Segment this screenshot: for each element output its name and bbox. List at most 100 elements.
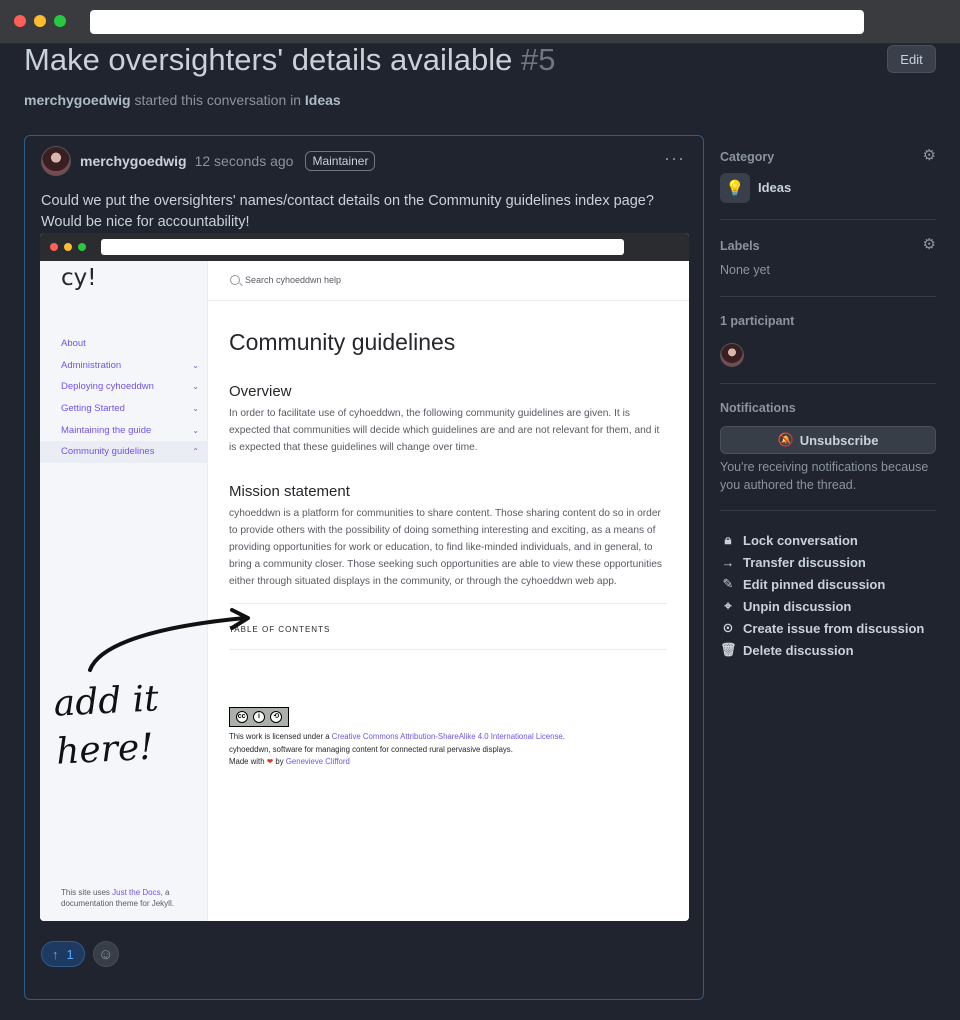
nav-item-deploying: Deploying cyhoeddwn ⌄ (61, 381, 199, 393)
delete-discussion-action[interactable]: 🗑︎ Delete discussion (720, 639, 924, 661)
nav-item-getting-started: Getting Started ⌄ (61, 403, 199, 415)
chevron-up-icon: ⌃ (192, 447, 199, 457)
author-link[interactable]: merchygoedwig (80, 153, 187, 169)
close-window-button[interactable] (14, 15, 26, 27)
discussion-actions: 🔒︎ Lock conversation → Transfer discussion… (720, 529, 924, 661)
window-chrome (0, 0, 960, 44)
screenshot-sidebar: cy! About Administration ⌄ Deploying cyho… (40, 261, 208, 921)
page-title: Make oversighters' details available #5 (24, 42, 556, 78)
tagline: cyhoeddwn, software for managing content… (229, 744, 513, 754)
author-link: Genevieve Clifford (285, 757, 350, 767)
nav-item-administration: Administration ⌄ (61, 359, 199, 371)
kebab-horizontal-icon[interactable]: ··· (664, 148, 685, 169)
screenshot-close-dot (50, 243, 58, 251)
maintainer-badge: Maintainer (305, 151, 376, 171)
hand-drawn-arrow-icon (88, 608, 250, 672)
arrow-up-icon: ↑ (52, 946, 59, 962)
discussion-meta: merchygoedwig started this conversation … (24, 92, 341, 108)
divider (720, 510, 936, 511)
reactions-bar: ↑ 1 ☺ (41, 941, 119, 967)
lock-conversation-action[interactable]: 🔒︎ Lock conversation (720, 529, 924, 551)
screenshot-window-chrome (40, 233, 689, 261)
create-issue-action[interactable]: ⊙ Create issue from discussion (720, 617, 925, 639)
notifications-reason: You're receiving notifications because y… (720, 460, 929, 492)
chevron-down-icon: ⌄ (192, 382, 199, 392)
screenshot-minimize-dot (64, 243, 72, 251)
discussion-number: #5 (521, 42, 556, 77)
edit-button[interactable]: Edit (887, 45, 936, 73)
unpin-discussion-action[interactable]: ⌖ Unpin discussion (720, 595, 924, 617)
minimize-window-button[interactable] (34, 15, 46, 27)
participants-heading: 1 participant (720, 314, 795, 328)
nav-item-community-guidelines: Community guidelines ⌃ (40, 440, 207, 463)
search-placeholder: Search cyhoeddwn help (245, 275, 342, 285)
divider (720, 219, 936, 220)
category-name[interactable]: Ideas (758, 180, 791, 195)
pin-slash-icon: ⌖ (724, 598, 732, 613)
site-logo: cy! (61, 265, 97, 291)
issue-opened-icon: ⊙ (722, 620, 734, 635)
gear-icon[interactable]: ⚙ (923, 146, 936, 164)
gear-icon[interactable]: ⚙ (923, 235, 936, 253)
upvote-button[interactable]: ↑ 1 (41, 941, 85, 967)
participant-avatar[interactable] (720, 343, 744, 367)
edit-pinned-discussion-action[interactable]: ✎ Edit pinned discussion (720, 573, 924, 595)
upvote-count: 1 (66, 946, 74, 962)
smiley-icon[interactable]: ☺ (92, 941, 119, 967)
search-icon (230, 275, 240, 285)
discussion-title: Make oversighters' details available (24, 42, 513, 77)
overview-text: In order to facilitate use of cyhoeddwn,… (229, 408, 660, 453)
nav-item-maintaining: Maintaining the guide ⌄ (61, 424, 199, 436)
post-body: Could we put the oversighters' names/con… (41, 191, 691, 233)
handwritten-note: add it here! (52, 678, 160, 773)
unsubscribe-button[interactable]: 🔕 Unsubscribe (720, 426, 936, 454)
arrow-right-icon: → (721, 554, 735, 570)
overview-heading: Overview (229, 383, 292, 400)
notifications-heading: Notifications (720, 401, 796, 415)
chevron-down-icon: ⌄ (192, 360, 199, 370)
category-section: Category ⚙ (720, 146, 936, 166)
lightbulb-icon: 💡 (720, 173, 750, 203)
license-footer: This work is licensed under a Creative C… (229, 731, 669, 769)
maximize-window-button[interactable] (54, 15, 66, 27)
nav-item-about: About (61, 338, 86, 350)
avatar[interactable] (41, 146, 71, 176)
divider (720, 296, 936, 297)
starter-link[interactable]: merchygoedwig (24, 92, 131, 108)
started-text: started this conversation in (134, 92, 302, 108)
category-heading: Category (720, 150, 775, 164)
post-body-line: Could we put the oversighters' names/con… (41, 193, 654, 209)
pencil-icon: ✎ (722, 576, 734, 591)
lock-icon: 🔒︎ (724, 532, 732, 547)
chevron-down-icon: ⌄ (192, 425, 199, 435)
mission-text: cyhoeddwn is a platform for communities … (229, 508, 663, 587)
discussion-post: merchygoedwig 12 seconds ago Maintainer … (24, 135, 704, 1000)
attached-screenshot[interactable]: cy! About Administration ⌄ Deploying cyho… (40, 233, 689, 921)
post-header: merchygoedwig 12 seconds ago Maintainer (41, 146, 376, 176)
screenshot-search-bar: Search cyhoeddwn help (208, 261, 689, 301)
just-the-docs-link: Just the Docs (112, 888, 161, 897)
labels-section: Labels ⚙ (720, 235, 936, 255)
divider (229, 649, 667, 650)
screenshot-maximize-dot (78, 243, 86, 251)
transfer-discussion-action[interactable]: → Transfer discussion (720, 551, 924, 573)
labels-value: None yet (720, 263, 771, 277)
divider (720, 383, 936, 384)
sidebar-footer: This site uses Just the Docs, a document… (61, 888, 174, 908)
mission-heading: Mission statement (229, 483, 350, 500)
license-link: Creative Commons Attribution-ShareAlike … (331, 732, 563, 741)
unsubscribe-label: Unsubscribe (799, 432, 879, 448)
chevron-down-icon: ⌄ (192, 404, 199, 414)
divider (229, 603, 667, 604)
address-bar[interactable] (90, 10, 864, 34)
cc-by-sa-badge-icon: cc i ⟲ (229, 707, 289, 727)
screenshot-address-bar (101, 239, 624, 255)
post-body-line: Would be nice for accountability! (41, 214, 250, 230)
screenshot-nav: About Administration ⌄ Deploying cyhoeddw… (40, 333, 207, 463)
labels-heading: Labels (720, 239, 760, 253)
trash-icon: 🗑︎ (720, 642, 737, 657)
screenshot-heading: Community guidelines (229, 329, 456, 355)
category-link[interactable]: Ideas (305, 92, 341, 108)
post-timestamp[interactable]: 12 seconds ago (195, 153, 294, 169)
bell-slash-icon: 🔕 (777, 432, 794, 447)
